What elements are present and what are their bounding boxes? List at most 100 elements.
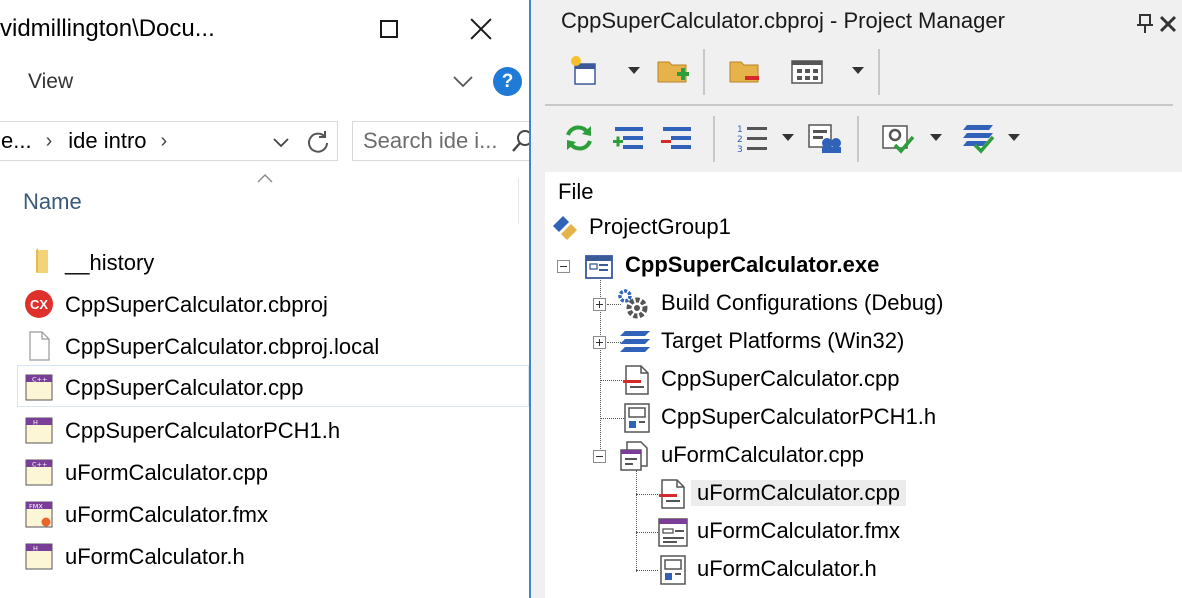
tree-node-main-cpp[interactable]: CppSuperCalculator.cpp <box>545 362 995 398</box>
search-placeholder: Search ide i... <box>363 128 498 153</box>
tree-node-label: Target Platforms (Win32) <box>661 328 905 353</box>
search-input[interactable]: Search ide i... <box>352 121 530 161</box>
file-name: CppSuperCalculator.cpp <box>65 375 304 400</box>
new-item-icon[interactable] <box>567 54 603 88</box>
dropdown-arrow-icon[interactable] <box>929 132 943 142</box>
tree-node-form-cpp[interactable]: uFormCalculator.cpp <box>545 476 995 512</box>
tree-node-form-fmx[interactable]: uFormCalculator.fmx <box>545 514 995 550</box>
refresh-icon[interactable] <box>305 129 331 155</box>
file-name: __history <box>65 250 155 275</box>
expand-all-icon[interactable] <box>611 121 647 155</box>
header-file-icon: H <box>25 417 53 444</box>
dropdown-arrow-icon[interactable] <box>781 132 795 142</box>
remove-folder-icon[interactable] <box>727 54 763 88</box>
dropdown-arrow-icon[interactable] <box>627 65 641 75</box>
tree-node-pch-header[interactable]: CppSuperCalculatorPCH1.h <box>545 400 995 436</box>
project-manager-title: CppSuperCalculator.cbproj - Project Mana… <box>561 8 1005 33</box>
breadcrumb-current[interactable]: ide intro <box>66 128 146 154</box>
toolbar-divider <box>545 104 1173 106</box>
cpp-file-icon: C++ <box>25 459 53 486</box>
project-tree: File ProjectGroup1 CppSuperCalculator.ex… <box>545 172 1182 598</box>
tree-node-label: ProjectGroup1 <box>589 214 731 239</box>
breadcrumb-parent[interactable]: e... <box>0 128 32 154</box>
add-folder-icon[interactable] <box>655 54 691 88</box>
gear-icon <box>618 289 648 319</box>
toolbar-separator <box>713 116 715 162</box>
cpp-badge: C++ <box>32 461 47 469</box>
collapse-toggle[interactable] <box>557 260 570 273</box>
file-row-cpp-selected[interactable]: C++ CppSuperCalculator.cpp <box>17 365 529 407</box>
column-divider[interactable] <box>518 178 519 224</box>
tree-node-form-unit[interactable]: uFormCalculator.cpp <box>545 438 995 474</box>
address-bar[interactable]: e... › ide intro › <box>0 121 338 161</box>
file-row-form-cpp[interactable]: C++ uFormCalculator.cpp <box>18 451 530 493</box>
sync-icon[interactable] <box>561 121 597 155</box>
project-exe-icon <box>585 255 613 279</box>
svg-text:1: 1 <box>737 125 743 135</box>
toolbar-separator <box>878 49 880 95</box>
tree-node-project-group[interactable]: ProjectGroup1 <box>545 210 945 246</box>
close-icon <box>470 18 492 40</box>
file-row-cbproj[interactable]: CX CppSuperCalculator.cbproj <box>18 283 530 325</box>
collapse-all-icon[interactable] <box>659 121 695 155</box>
file-name: CppSuperCalculator.cbproj.local <box>65 334 380 359</box>
close-icon[interactable] <box>1158 14 1178 34</box>
tree-node-label: Build Configurations (Debug) <box>661 290 944 315</box>
target-platform-icon[interactable] <box>961 121 997 155</box>
generic-file-icon <box>29 331 50 361</box>
tree-node-target-platforms[interactable]: Target Platforms (Win32) <box>545 324 995 360</box>
expand-toggle[interactable] <box>593 336 606 349</box>
breadcrumb-chevron-icon[interactable]: › <box>147 130 182 153</box>
tree-node-label: uFormCalculator.fmx <box>697 518 900 543</box>
h-badge: H <box>33 545 38 553</box>
chevron-down-icon[interactable] <box>269 130 293 154</box>
project-manager-title-bar[interactable]: CppSuperCalculator.cbproj - Project Mana… <box>545 0 1182 42</box>
toolbar-separator <box>703 49 705 95</box>
breadcrumb-chevron-icon[interactable]: › <box>32 130 67 153</box>
file-row-pch-header[interactable]: H CppSuperCalculatorPCH1.h <box>18 409 530 451</box>
tree-node-build-configurations[interactable]: Build Configurations (Debug) <box>545 286 995 322</box>
tree-node-label: CppSuperCalculator.cpp <box>661 366 900 391</box>
file-row-history[interactable]: __history <box>18 241 530 283</box>
svg-text:3: 3 <box>737 145 743 155</box>
expand-toggle[interactable] <box>593 298 606 311</box>
file-name: CppSuperCalculator.cbproj <box>65 292 328 317</box>
tree-node-label: uFormCalculator.h <box>697 556 877 581</box>
project-toolbar-bottom: 1 2 3 <box>545 110 1175 168</box>
ribbon-tab-view[interactable]: View <box>28 70 73 94</box>
tree-column-header[interactable]: File <box>558 179 593 205</box>
view-grid-icon[interactable] <box>789 54 825 88</box>
collapse-toggle[interactable] <box>593 450 606 463</box>
build-configuration-icon[interactable] <box>881 121 917 155</box>
file-row-cbproj-local[interactable]: CppSuperCalculator.cbproj.local <box>18 325 530 367</box>
platform-layers-icon <box>620 331 650 352</box>
dependencies-icon[interactable] <box>807 121 843 155</box>
file-name: CppSuperCalculatorPCH1.h <box>65 418 341 443</box>
search-icon[interactable] <box>511 129 530 153</box>
form-designer-icon <box>658 518 688 547</box>
tree-node-label: CppSuperCalculatorPCH1.h <box>661 404 937 429</box>
sort-ascending-icon <box>257 174 273 183</box>
pin-icon[interactable] <box>1136 14 1154 34</box>
tree-node-label: uFormCalculator.cpp <box>691 480 906 506</box>
close-button[interactable] <box>446 0 516 58</box>
form-unit-icon <box>620 441 648 471</box>
column-header-name[interactable]: Name <box>23 189 82 215</box>
file-name: uFormCalculator.fmx <box>65 502 268 527</box>
maximize-button[interactable] <box>354 0 424 58</box>
file-name: uFormCalculator.cpp <box>65 460 268 485</box>
tree-node-label: CppSuperCalculator.exe <box>625 252 880 277</box>
tree-node-form-header[interactable]: uFormCalculator.h <box>545 552 995 588</box>
header-file-icon: H <box>25 543 53 570</box>
tree-node-project[interactable]: CppSuperCalculator.exe <box>545 248 945 284</box>
dropdown-arrow-icon[interactable] <box>1007 132 1021 142</box>
sort-list-icon[interactable]: 1 2 3 <box>735 121 771 155</box>
file-name: uFormCalculator.h <box>65 544 245 569</box>
dropdown-arrow-icon[interactable] <box>851 65 865 75</box>
chevron-down-icon[interactable] <box>452 70 474 92</box>
help-icon[interactable]: ? <box>493 67 522 96</box>
file-row-form-fmx[interactable]: FMX uFormCalculator.fmx <box>18 493 530 535</box>
cpp-source-icon <box>623 365 649 395</box>
file-row-form-header[interactable]: H uFormCalculator.h <box>18 535 530 577</box>
header-file-icon <box>624 403 650 433</box>
